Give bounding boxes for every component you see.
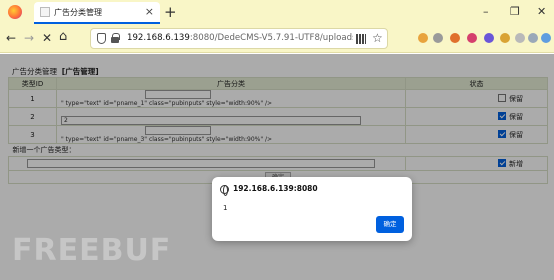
minimize-button[interactable]: – (483, 5, 489, 19)
url-text[interactable]: 192.168.6.139:8080/DedeCMS-V5.7.91-UTF8/… (127, 33, 353, 43)
navigation-toolbar: ← → ✕ ⌂ 192.168.6.139:8080/DedeCMS-V5.7.… (0, 25, 554, 53)
extension-icon-4[interactable] (467, 33, 477, 43)
extension-icon-6[interactable] (500, 33, 510, 43)
url-path: :8080/DedeCMS-V5.7.91-UTF8/uploads/dede/… (189, 33, 353, 43)
extension-icon-3[interactable] (450, 33, 460, 43)
page-favicon-icon (40, 7, 50, 17)
home-button[interactable]: ⌂ (59, 30, 67, 44)
dialog-ok-button[interactable]: 确定 (376, 216, 404, 233)
tab-title: 广告分类管理 (54, 8, 102, 17)
dialog-origin: 192.168.6.139:8080 (233, 184, 318, 193)
extension-icon-5[interactable] (484, 33, 494, 43)
new-tab-button[interactable]: + (164, 2, 177, 22)
extension-icon-9[interactable] (541, 33, 551, 43)
back-button[interactable]: ← (6, 31, 16, 45)
close-tab-icon[interactable]: × (145, 5, 154, 19)
dialog-message: 1 (223, 204, 228, 212)
tracking-protection-icon[interactable] (97, 33, 106, 44)
qr-code-icon[interactable] (356, 34, 366, 44)
bookmark-star-icon[interactable]: ☆ (372, 31, 383, 45)
extension-icon-1[interactable] (418, 33, 428, 43)
close-window-button[interactable]: ✕ (537, 5, 546, 19)
tab-adtype-manage[interactable]: 广告分类管理 × (34, 2, 160, 24)
globe-icon (220, 185, 229, 196)
watermark-logo: FREEBUF (12, 233, 172, 268)
site-info-icon[interactable] (110, 33, 120, 43)
firefox-logo-icon[interactable] (8, 5, 22, 19)
extension-icon-7[interactable] (515, 33, 525, 43)
extension-icon-8[interactable] (528, 33, 538, 43)
alert-dialog: 192.168.6.139:8080 1 确定 (212, 177, 412, 241)
stop-reload-button[interactable]: ✕ (42, 31, 52, 45)
forward-button[interactable]: → (24, 31, 34, 45)
extension-icon-2[interactable] (433, 33, 443, 43)
address-bar[interactable]: 192.168.6.139:8080/DedeCMS-V5.7.91-UTF8/… (90, 28, 388, 49)
url-host: 192.168.6.139 (127, 33, 190, 43)
tab-strip: 广告分类管理 × + – ❐ ✕ (0, 0, 554, 25)
restore-button[interactable]: ❐ (510, 5, 520, 19)
